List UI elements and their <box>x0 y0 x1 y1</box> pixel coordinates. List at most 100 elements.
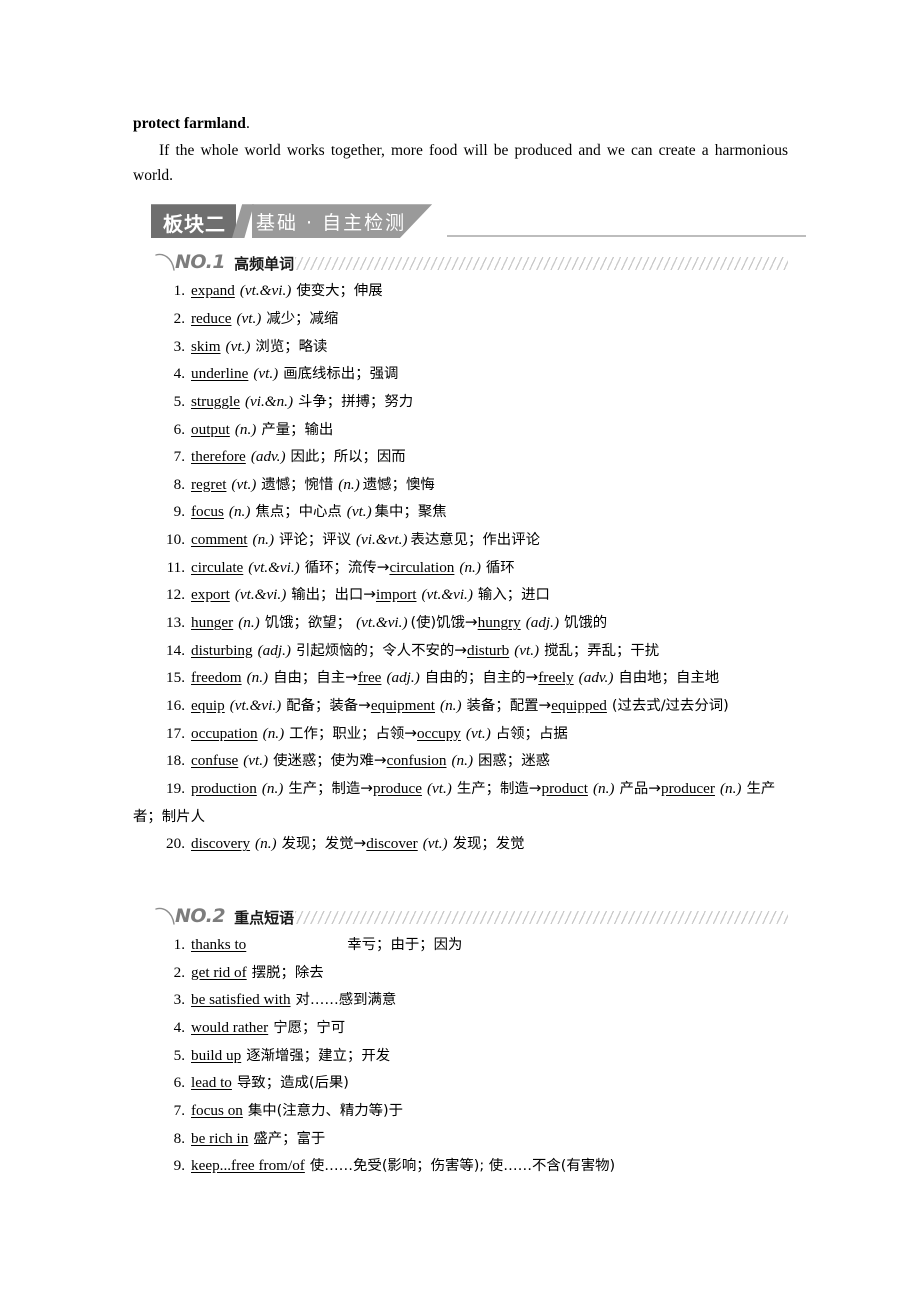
entry-pos: (vt.&vi.) <box>239 282 292 300</box>
entry-word: lead to <box>191 1074 232 1092</box>
entry-pos: (vt.&vi.) <box>356 614 408 632</box>
entry-meaning: 困惑；迷惑 <box>478 753 550 770</box>
entry-pos: (vt.&vi.) <box>229 697 282 715</box>
entry-index: 16. <box>166 697 185 715</box>
entry-pos: (vt.) <box>236 309 262 327</box>
entry-pos: (vt.&vi.) <box>421 586 473 604</box>
derivation-arrow-icon: → <box>525 668 539 687</box>
entry-word: hunger <box>191 614 234 632</box>
entry-word: discovery <box>191 835 251 853</box>
section-title: 高频单词 <box>234 255 295 274</box>
entry-meaning: 生产；制造 <box>456 781 529 798</box>
entry-index: 18. <box>166 752 185 770</box>
entry-index: 2. <box>173 963 185 981</box>
vocabulary-entry: 12. export (vt.&vi.) 输出；出口→import (vt.&vi.) 输… <box>133 581 788 609</box>
entry-index: 17. <box>166 724 185 742</box>
entry-pos: (n.) <box>451 752 474 770</box>
entry-word: get rid of <box>191 963 247 981</box>
entry-meaning: 因此；所以；因而 <box>290 449 406 466</box>
entry-pos: (n.) <box>238 614 260 632</box>
derivation-arrow-icon: → <box>358 696 371 715</box>
entry-meaning: 使变大；伸展 <box>296 283 383 300</box>
entry-meaning: 自由的；自主的 <box>424 670 526 687</box>
vocabulary-entry: 7. therefore (adv.) 因此；所以；因而 <box>133 443 788 471</box>
entry-word: underline <box>191 365 249 383</box>
vocabulary-entry: 8. be rich in 盛产；富于 <box>133 1125 788 1153</box>
vocabulary-entry: 2. reduce (vt.) 减少；减缩 <box>133 305 788 333</box>
entry-word: hungry <box>477 614 521 632</box>
entry-word: export <box>191 586 230 604</box>
entry-pos: (adv.) <box>250 448 286 466</box>
entry-pos: (n.) <box>261 780 284 798</box>
entry-index: 6. <box>173 1074 185 1092</box>
entry-word: equipped <box>551 697 607 715</box>
vocabulary-entry: 18. confuse (vt.) 使迷惑；使为难→confusion (n.) 困惑；迷… <box>133 747 788 775</box>
entry-index: 14. <box>166 641 185 659</box>
entry-pos: (vt.) <box>465 724 491 742</box>
hatch-rule <box>295 911 788 925</box>
vocabulary-entry: 14. disturbing (adj.) 引起烦恼的；令人不安的→disturb (v… <box>133 637 788 665</box>
entry-meaning: 搅乱；弄乱；干扰 <box>544 642 660 659</box>
entry-meaning: 生产；制造 <box>288 781 361 798</box>
entry-word: disturbing <box>191 641 253 659</box>
vocabulary-entry: 5. build up 逐渐增强；建立；开发 <box>133 1042 788 1070</box>
entry-pos: (n.) <box>592 780 615 798</box>
entry-meaning: 发现；发觉 <box>281 836 354 853</box>
entry-word: keep...free from/of <box>191 1157 305 1175</box>
entry-index: 8. <box>173 1129 185 1147</box>
entry-index: 12. <box>166 586 185 604</box>
entry-meaning: (过去式/过去分词) <box>611 698 729 715</box>
vocabulary-entry: 19. production (n.) 生产；制造→produce (vt.) 生产；制造… <box>133 775 788 830</box>
entry-meaning: 循环 <box>485 559 515 576</box>
entry-meaning: 集中；聚焦 <box>374 504 447 521</box>
entry-pos: (vt.) <box>243 752 269 770</box>
derivation-arrow-icon: → <box>373 751 387 770</box>
intro-bold-lead: protect farmland. <box>133 112 788 136</box>
entry-index: 5. <box>173 1046 185 1064</box>
entry-meaning: 输出；出口 <box>291 587 364 604</box>
entry-meaning: 遗憾；惋惜 <box>261 476 334 493</box>
entry-word: comment <box>191 531 248 549</box>
entry-index: 8. <box>173 475 185 493</box>
entry-index: 19. <box>166 780 185 798</box>
entry-meaning: 装备；配置 <box>466 698 539 715</box>
vocabulary-entry: 6. lead to 导致；造成(后果) <box>133 1069 788 1097</box>
intro-paragraph: If the whole world works together, more … <box>133 142 788 185</box>
derivation-arrow-icon: → <box>360 779 374 798</box>
derivation-arrow-icon: → <box>363 585 376 604</box>
sections-container: NO.1 高频单词 1. expand (vt.&vi.) 使变大；伸展 2. reduce(… <box>133 247 788 1180</box>
entry-meaning: 焦点；中心点 <box>255 504 342 521</box>
vocabulary-entry: 4. would rather 宁愿；宁可 <box>133 1014 788 1042</box>
entry-meaning: 减少；减缩 <box>266 310 339 327</box>
entry-word: skim <box>191 337 221 355</box>
entry-pos: (adj.) <box>257 641 291 659</box>
entry-pos: (n.) <box>262 724 285 742</box>
entry-word: expand <box>191 282 235 300</box>
entry-word: producer <box>660 780 715 798</box>
derivation-arrow-icon: → <box>538 696 552 715</box>
entry-meaning: 引起烦恼的；令人不安的 <box>295 642 455 659</box>
entry-index: 15. <box>166 669 185 687</box>
entry-index: 1. <box>173 282 185 300</box>
section-number: NO.1 <box>175 251 226 274</box>
entry-pos: (vt.&vi.) <box>234 586 287 604</box>
entry-word: freely <box>538 669 574 687</box>
section-subhead: NO.2 重点短语 <box>155 901 788 927</box>
entry-pos: (n.) <box>719 780 742 798</box>
section-number: NO.2 <box>175 905 226 928</box>
entry-word: occupy <box>417 724 461 742</box>
section-banner: 板块二 基础 · 自主检测 <box>151 204 806 239</box>
entry-pos: (n.) <box>459 558 481 576</box>
vocabulary-entry: 8. regret (vt.) 遗憾；惋惜 (n.) 遗憾；懊悔 <box>133 471 788 499</box>
entry-pos: (n.) <box>440 697 462 715</box>
entry-pos: (n.) <box>246 669 269 687</box>
section-title: 重点短语 <box>234 909 295 928</box>
entry-index: 9. <box>173 503 185 521</box>
entry-word: product <box>541 780 588 798</box>
entry-meaning: 循环；流传 <box>304 559 377 576</box>
entry-word: confuse <box>191 752 239 770</box>
entry-pos: (adj.) <box>386 669 420 687</box>
derivation-arrow-icon: → <box>353 834 367 853</box>
entry-word: equip <box>191 697 225 715</box>
entry-word: circulation <box>389 558 455 576</box>
